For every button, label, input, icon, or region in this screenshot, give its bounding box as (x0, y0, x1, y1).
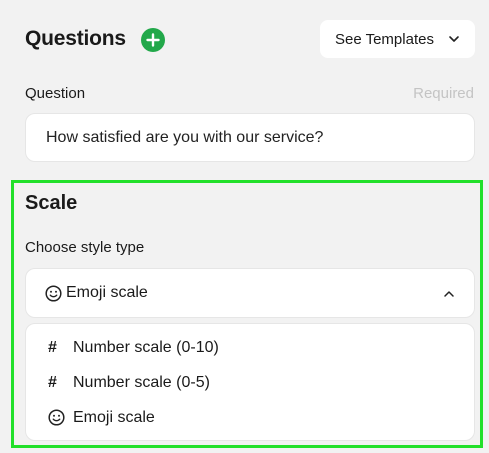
style-type-dropdown: # Number scale (0-10) # Number scale (0-… (25, 323, 475, 441)
hash-icon: # (48, 338, 57, 356)
question-input-value: How satisfied are you with our service? (46, 128, 324, 146)
option-label: Number scale (0-10) (73, 338, 219, 356)
option-label: Emoji scale (73, 408, 155, 426)
option-number-scale-5[interactable]: # Number scale (0-5) (26, 365, 474, 400)
scale-title: Scale (25, 192, 78, 214)
option-number-scale-10[interactable]: # Number scale (0-10) (26, 330, 474, 365)
selected-style-label: Emoji scale (66, 284, 148, 301)
option-emoji-scale[interactable]: Emoji scale (26, 400, 474, 435)
hash-icon: # (48, 373, 57, 391)
page-title: Questions (25, 27, 126, 50)
style-type-select[interactable]: Emoji scale (25, 268, 475, 318)
smiley-icon (45, 284, 62, 302)
plus-icon (146, 33, 160, 47)
page: Questions See Templates Question Require… (0, 0, 489, 453)
add-question-button[interactable] (141, 28, 165, 52)
chevron-up-icon (444, 291, 454, 297)
question-label: Question (25, 85, 86, 102)
see-templates-label: See Templates (335, 30, 434, 48)
style-type-label: Choose style type (25, 239, 145, 256)
questions-header: Questions See Templates (25, 20, 475, 58)
option-label: Number scale (0-5) (73, 373, 210, 391)
chevron-down-icon (449, 36, 459, 42)
required-hint: Required (413, 85, 474, 102)
question-input[interactable]: How satisfied are you with our service? (25, 113, 475, 162)
smiley-icon (48, 409, 73, 426)
see-templates-button[interactable]: See Templates (320, 20, 475, 58)
